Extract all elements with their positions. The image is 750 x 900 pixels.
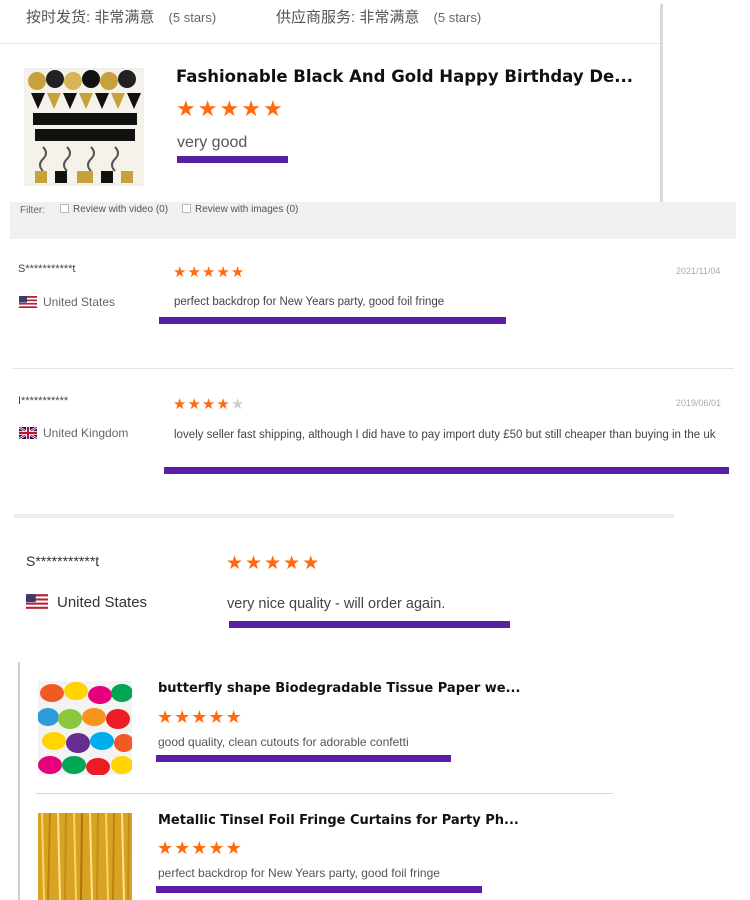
birthday-banner-image	[25, 69, 143, 185]
review-underline	[156, 886, 482, 893]
star-icon: ★	[187, 396, 201, 413]
star-icon: ★	[245, 553, 263, 574]
star-icon: ★	[219, 96, 240, 121]
reviewer-country: United States	[57, 594, 148, 611]
star-icon: ★	[201, 264, 216, 281]
product-rating-stars: ★★★★★	[176, 98, 285, 121]
star-icon: ★	[226, 553, 244, 574]
filter-label: Filter:	[20, 205, 45, 216]
star-icon: ★	[262, 96, 283, 121]
star-icon: ★	[173, 396, 187, 413]
rating-service: 供应商服务: 非常满意 (5 stars)	[276, 6, 481, 27]
star-icon: ★	[241, 96, 261, 121]
star-icon: ★	[157, 838, 174, 858]
section-divider	[14, 514, 674, 518]
star-icon: ★	[283, 553, 301, 574]
product-thumbnail[interactable]	[24, 68, 144, 186]
star-icon: ★	[230, 264, 245, 281]
related-rating-stars: ★★★★★	[157, 708, 243, 728]
product-title[interactable]: Fashionable Black And Gold Happy Birthda…	[176, 67, 633, 86]
review-underline	[164, 467, 729, 474]
star-icon: ★	[302, 553, 320, 574]
filter-images-label: Review with images (0)	[195, 204, 299, 215]
star-icon: ★	[176, 96, 196, 121]
review-date: 2021/11/04	[676, 266, 721, 276]
filter-images-option[interactable]: Review with images (0)	[182, 204, 298, 215]
butterfly-confetti-image	[38, 681, 132, 775]
review-text: lovely seller fast shipping, although I …	[174, 429, 716, 441]
related-divider	[36, 793, 613, 794]
us-flag-icon	[19, 296, 37, 308]
review-text: very nice quality - will order again.	[227, 596, 446, 612]
star-icon: ★	[230, 396, 245, 413]
us-flag-icon	[26, 594, 48, 609]
reviewer-name: S***********t	[18, 263, 76, 275]
star-icon: ★	[216, 264, 230, 281]
review-rating-stars: ★★★★★	[226, 554, 321, 574]
star-icon: ★	[157, 707, 174, 727]
star-icon: ★	[216, 396, 230, 413]
rating-label: 供应商服务:	[276, 9, 356, 26]
tinsel-curtain-image	[38, 813, 132, 900]
star-icon: ★	[264, 553, 282, 574]
reviewer-name: I***********	[18, 395, 69, 407]
seller-rating-strip: 按时发货: 非常满意 (5 stars) 供应商服务: 非常满意 (5 star…	[0, 0, 662, 44]
star-icon: ★	[191, 707, 208, 727]
rating-shipping: 按时发货: 非常满意 (5 stars)	[26, 6, 216, 27]
review-divider	[12, 368, 734, 369]
review-date: 2019/06/01	[676, 398, 722, 408]
review-underline	[156, 755, 451, 762]
related-review-text: good quality, clean cutouts for adorable…	[158, 735, 409, 749]
rating-stars-text: (5 stars)	[168, 10, 217, 25]
star-icon: ★	[174, 838, 191, 858]
rating-label: 按时发货:	[26, 9, 91, 26]
rating-value: 非常满意	[359, 9, 420, 26]
checkbox[interactable]	[60, 204, 69, 213]
vertical-divider	[660, 4, 663, 204]
reviewer-name: S***********t	[26, 553, 100, 569]
review-rating-stars: ★★★★★	[173, 396, 245, 414]
star-icon: ★	[208, 707, 225, 727]
reviewer-country: United States	[43, 295, 116, 309]
review-text: perfect backdrop for New Years party, go…	[174, 296, 445, 308]
related-rating-stars: ★★★★★	[157, 839, 243, 859]
star-icon: ★	[208, 838, 225, 858]
star-icon: ★	[174, 707, 191, 727]
star-icon: ★	[187, 264, 201, 281]
related-panel-border	[18, 662, 20, 900]
star-icon: ★	[201, 396, 216, 413]
checkbox[interactable]	[182, 204, 191, 213]
review-underline	[177, 156, 288, 163]
related-thumbnail[interactable]	[38, 681, 132, 775]
filter-video-option[interactable]: Review with video (0)	[60, 204, 168, 215]
related-review-text: perfect backdrop for New Years party, go…	[158, 866, 440, 880]
reviewer-country: United Kingdom	[43, 426, 129, 440]
review-underline	[229, 621, 510, 628]
star-icon: ★	[225, 707, 242, 727]
star-icon: ★	[191, 838, 208, 858]
related-thumbnail[interactable]	[38, 813, 132, 900]
related-product-title[interactable]: Metallic Tinsel Foil Fringe Curtains for…	[158, 813, 519, 828]
product-review-text: very good	[177, 134, 248, 151]
star-icon: ★	[197, 96, 218, 121]
rating-stars-text: (5 stars)	[433, 10, 482, 25]
star-icon: ★	[225, 838, 242, 858]
filter-video-label: Review with video (0)	[73, 204, 169, 215]
related-product-title[interactable]: butterfly shape Biodegradable Tissue Pap…	[158, 681, 520, 696]
review-rating-stars: ★★★★★	[173, 264, 245, 282]
rating-value: 非常满意	[94, 9, 155, 26]
uk-flag-icon	[19, 427, 37, 439]
review-underline	[159, 317, 506, 324]
star-icon: ★	[173, 264, 187, 281]
